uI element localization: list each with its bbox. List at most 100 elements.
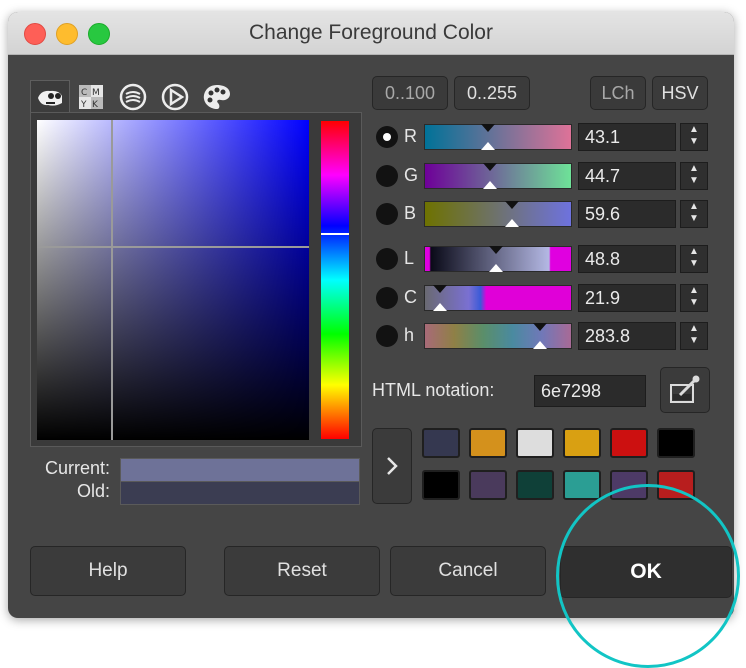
current-color-swatch (120, 458, 360, 482)
history-swatch[interactable] (469, 428, 507, 458)
slider-c[interactable] (424, 285, 572, 311)
slider-h[interactable] (424, 323, 572, 349)
slider-handle-top (483, 163, 497, 171)
radio-g[interactable] (376, 165, 398, 187)
channel-letter: G (404, 165, 419, 185)
slider-g[interactable] (424, 163, 572, 189)
channel-letter: B (404, 203, 417, 223)
lch-button[interactable]: LCh (590, 76, 646, 110)
radio-l[interactable] (376, 248, 398, 270)
gimp-icon (38, 90, 62, 106)
chevron-right-icon (387, 457, 398, 475)
window-title: Change Foreground Color (249, 21, 493, 44)
tab-watercolor-selector[interactable] (114, 80, 152, 114)
crosshair-vertical (111, 120, 113, 440)
cmyk-icon: C M Y K (79, 85, 103, 110)
tab-cmyk-selector[interactable]: C M Y K (72, 80, 110, 114)
spin-b[interactable]: ▲ ▼ (680, 200, 708, 228)
history-swatch[interactable] (516, 470, 554, 500)
tab-gimp-selector[interactable] (30, 80, 70, 115)
channel-b-radio[interactable]: B (376, 200, 426, 228)
history-swatch[interactable] (657, 470, 695, 500)
wheel-icon (161, 83, 189, 111)
color-selector-tabs: C M Y K (30, 80, 236, 115)
hue-strip[interactable] (321, 121, 349, 439)
old-color-swatch (120, 481, 360, 505)
svg-text:M: M (92, 88, 100, 98)
channel-l-radio[interactable]: L (376, 245, 426, 273)
current-label: Current: (44, 458, 110, 478)
slider-handle-top (489, 246, 503, 254)
eyedropper-button[interactable] (660, 367, 710, 413)
slider-handle[interactable] (533, 341, 547, 349)
tab-wheel-selector[interactable] (156, 80, 194, 114)
slider-handle-top (533, 323, 547, 331)
spin-g[interactable]: ▲ ▼ (680, 162, 708, 190)
history-swatch[interactable] (469, 470, 507, 500)
range-0-255-button[interactable]: 0..255 (454, 76, 530, 110)
cancel-button[interactable]: Cancel (390, 546, 546, 596)
history-swatch[interactable] (563, 428, 601, 458)
slider-handle-top (433, 285, 447, 293)
slider-handle-top (481, 124, 495, 132)
slider-handle[interactable] (483, 181, 497, 189)
slider-handle[interactable] (433, 303, 447, 311)
channel-letter: R (404, 126, 417, 146)
palette-icon (203, 85, 230, 109)
history-toggle-button[interactable] (372, 428, 412, 504)
slider-b[interactable] (424, 201, 572, 227)
channel-letter: L (404, 248, 415, 268)
hue-marker[interactable] (321, 233, 349, 235)
html-notation-label: HTML notation: (372, 380, 495, 400)
channel-letter: h (404, 325, 415, 345)
spin-h[interactable]: ▲ ▼ (680, 322, 708, 350)
channel-g-radio[interactable]: G (376, 162, 426, 190)
slider-handle-top (505, 201, 519, 209)
ok-button[interactable]: OK (560, 546, 732, 598)
history-swatch[interactable] (563, 470, 601, 500)
spin-r[interactable]: ▲ ▼ (680, 123, 708, 151)
slider-handle[interactable] (481, 142, 495, 150)
value-l[interactable]: 48.8 (578, 245, 676, 273)
radio-b[interactable] (376, 203, 398, 225)
range-0-100-button[interactable]: 0..100 (372, 76, 448, 110)
spin-c[interactable]: ▲ ▼ (680, 284, 708, 312)
channel-r-radio[interactable]: R (376, 123, 426, 151)
history-swatch[interactable] (610, 428, 648, 458)
slider-l[interactable] (424, 246, 572, 272)
old-label: Old: (76, 481, 110, 501)
value-b[interactable]: 59.6 (578, 200, 676, 228)
value-h[interactable]: 283.8 (578, 322, 676, 350)
channel-letter: C (404, 287, 417, 307)
spin-l[interactable]: ▲ ▼ (680, 245, 708, 273)
radio-c[interactable] (376, 287, 398, 309)
svg-text:Y: Y (80, 100, 87, 110)
html-notation-input[interactable]: 6e7298 (534, 375, 646, 407)
channel-h-radio[interactable]: h (376, 322, 426, 350)
svg-text:C: C (81, 88, 87, 98)
radio-r[interactable] (376, 126, 398, 148)
tab-palette-selector[interactable] (198, 80, 236, 114)
radio-h[interactable] (376, 325, 398, 347)
watercolor-icon (119, 83, 147, 111)
help-button[interactable]: Help (30, 546, 186, 596)
slider-handle[interactable] (505, 219, 519, 227)
history-swatch[interactable] (422, 470, 460, 500)
hsv-button[interactable]: HSV (652, 76, 708, 110)
history-swatch[interactable] (657, 428, 695, 458)
eyedropper-icon (670, 375, 700, 403)
history-swatch[interactable] (610, 470, 648, 500)
value-c[interactable]: 21.9 (578, 284, 676, 312)
value-g[interactable]: 44.7 (578, 162, 676, 190)
history-swatch[interactable] (422, 428, 460, 458)
color-picker-area (30, 112, 362, 447)
reset-button[interactable]: Reset (224, 546, 380, 596)
channel-c-radio[interactable]: C (376, 284, 426, 312)
saturation-value-field[interactable] (37, 120, 309, 440)
slider-r[interactable] (424, 124, 572, 150)
title-bar: Change Foreground Color (8, 12, 734, 55)
history-swatch[interactable] (516, 428, 554, 458)
value-r[interactable]: 43.1 (578, 123, 676, 151)
crosshair-horizontal (37, 246, 309, 248)
slider-handle[interactable] (489, 264, 503, 272)
